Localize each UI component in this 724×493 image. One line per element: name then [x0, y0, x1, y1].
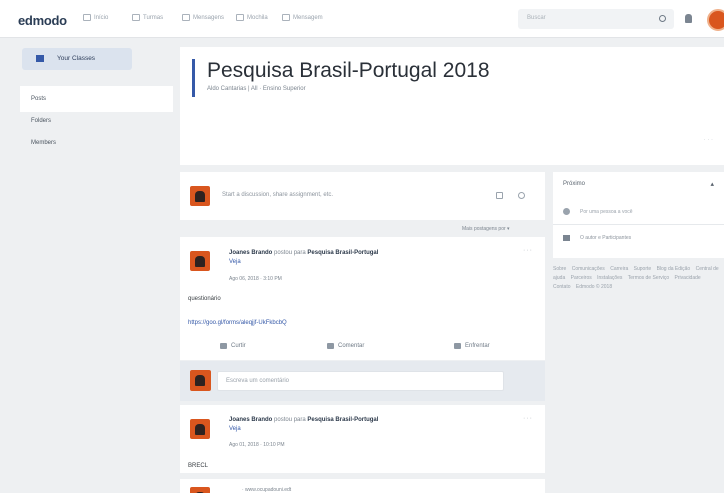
view-link[interactable]: Veja [229, 426, 241, 432]
post-date: Ago 06, 2018 · 3:10 PM [229, 276, 282, 282]
post-date: Ago 01, 2018 · 10:10 PM [229, 442, 285, 448]
post-header: Joanes Brando postou para Pesquisa Brasi… [229, 417, 379, 423]
post-composer[interactable]: Start a discussion, share assignment, et… [180, 172, 545, 220]
post-filter-dropdown[interactable]: Mais postagens por ▾ [462, 226, 510, 232]
panel-collapse-icon[interactable]: ▴ [710, 180, 714, 188]
post-menu-icon[interactable]: ··· [523, 247, 533, 254]
author-name[interactable]: Joanes Brando [229, 417, 272, 423]
header-accent-bar [192, 59, 195, 97]
message-icon [282, 14, 290, 21]
post-menu-icon[interactable]: ··· [523, 415, 533, 422]
footer-link[interactable]: Blog da Edição [657, 266, 691, 272]
nav-backpack[interactable]: Mochila [236, 14, 268, 21]
top-navigation-bar: edmodo Início Turmas Mensagens Mochila M… [0, 0, 724, 38]
sidebar-item-posts[interactable]: Posts [31, 96, 46, 102]
footer-links: Sobre Comunicações Carreira Suporte Blog… [553, 265, 724, 292]
panel-item[interactable]: Por uma pessoa a você [563, 208, 633, 215]
notification-bell-icon[interactable] [685, 14, 692, 23]
post-target-class[interactable]: Pesquisa Brasil-Portugal [307, 250, 378, 256]
search-placeholder: Buscar [527, 15, 546, 21]
nav-message[interactable]: Mensagem [282, 14, 323, 21]
classes-icon [132, 14, 140, 21]
footer-link[interactable]: Suporte [634, 266, 652, 272]
view-link[interactable]: Veja [229, 259, 241, 265]
composer-placeholder[interactable]: Start a discussion, share assignment, et… [222, 192, 333, 198]
post-link[interactable]: https://goo.gl/forms/aleqjjf-UkFkbcbQ [188, 320, 287, 326]
comment-button[interactable]: Comentar [327, 343, 364, 349]
attach-file-icon[interactable] [496, 192, 503, 199]
edmodo-logo[interactable]: edmodo [18, 13, 67, 28]
footer-copyright: Edmodo © 2018 [575, 284, 613, 290]
divider [553, 224, 724, 225]
post-header: Joanes Brando postou para Pesquisa Brasi… [229, 250, 379, 256]
comment-row: Escreva um comentário [180, 361, 545, 401]
like-icon [220, 343, 227, 349]
author-avatar[interactable] [190, 419, 210, 439]
class-subtitle: Aldo Cantarias | All · Ensino Superior [207, 86, 306, 92]
post-snippet: · www.ocupadouni.edt [242, 487, 292, 493]
post-body: questionário [188, 296, 221, 302]
search-icon[interactable] [659, 15, 666, 22]
comment-avatar [190, 370, 211, 391]
author-name[interactable]: Joanes Brando [229, 250, 272, 256]
class-title: Pesquisa Brasil-Portugal 2018 [207, 59, 490, 82]
author-avatar[interactable] [190, 251, 210, 271]
sidebar-item-members[interactable]: Members [31, 140, 56, 146]
post-card: · www.ocupadouni.edt [180, 479, 545, 493]
like-button[interactable]: Curtir [220, 343, 246, 349]
your-classes-button[interactable]: Your Classes [22, 48, 132, 70]
footer-link[interactable]: Comunicações [572, 266, 605, 272]
footer-link[interactable]: Privacidade [675, 275, 701, 281]
nav-messages[interactable]: Mensagens [182, 14, 224, 21]
nav-classes[interactable]: Turmas [132, 14, 163, 21]
sidebar-item-folders[interactable]: Folders [31, 118, 51, 124]
nav-home[interactable]: Início [83, 14, 108, 21]
backpack-icon [236, 14, 244, 21]
classes-icon [36, 55, 44, 62]
messages-icon [182, 14, 190, 21]
home-icon [83, 14, 91, 21]
comment-icon [327, 343, 334, 349]
header-more-icon[interactable]: · · · [704, 137, 713, 143]
post-body: BRECL [188, 463, 209, 469]
composer-avatar [190, 186, 210, 206]
author-avatar[interactable] [190, 487, 210, 493]
panel-item[interactable]: O autor e Participantes [563, 235, 631, 241]
footer-link[interactable]: Carreira [610, 266, 628, 272]
comment-input[interactable]: Escreva um comentário [217, 371, 504, 391]
search-input[interactable]: Buscar [518, 9, 674, 29]
footer-link[interactable]: Sobre [553, 266, 566, 272]
footer-link[interactable]: Contato [553, 284, 571, 290]
footer-link[interactable]: Termos de Serviço [628, 275, 669, 281]
user-avatar[interactable] [707, 9, 724, 31]
attach-link-icon[interactable] [518, 192, 525, 199]
class-header-card: Pesquisa Brasil-Portugal 2018 Aldo Canta… [180, 47, 724, 165]
upcoming-panel: Próximo ▴ Por uma pessoa a você O autor … [553, 172, 724, 258]
share-button[interactable]: Enfrentar [454, 343, 490, 349]
footer-link[interactable]: Instalações [597, 275, 622, 281]
post-target-class[interactable]: Pesquisa Brasil-Portugal [307, 417, 378, 423]
footer-link[interactable]: Parceiros [571, 275, 592, 281]
post-card: Joanes Brando postou para Pesquisa Brasi… [180, 405, 545, 473]
person-icon [563, 208, 570, 215]
calendar-icon [563, 235, 570, 241]
share-icon [454, 343, 461, 349]
post-card: Joanes Brando postou para Pesquisa Brasi… [180, 237, 545, 360]
panel-title: Próximo [563, 181, 586, 187]
